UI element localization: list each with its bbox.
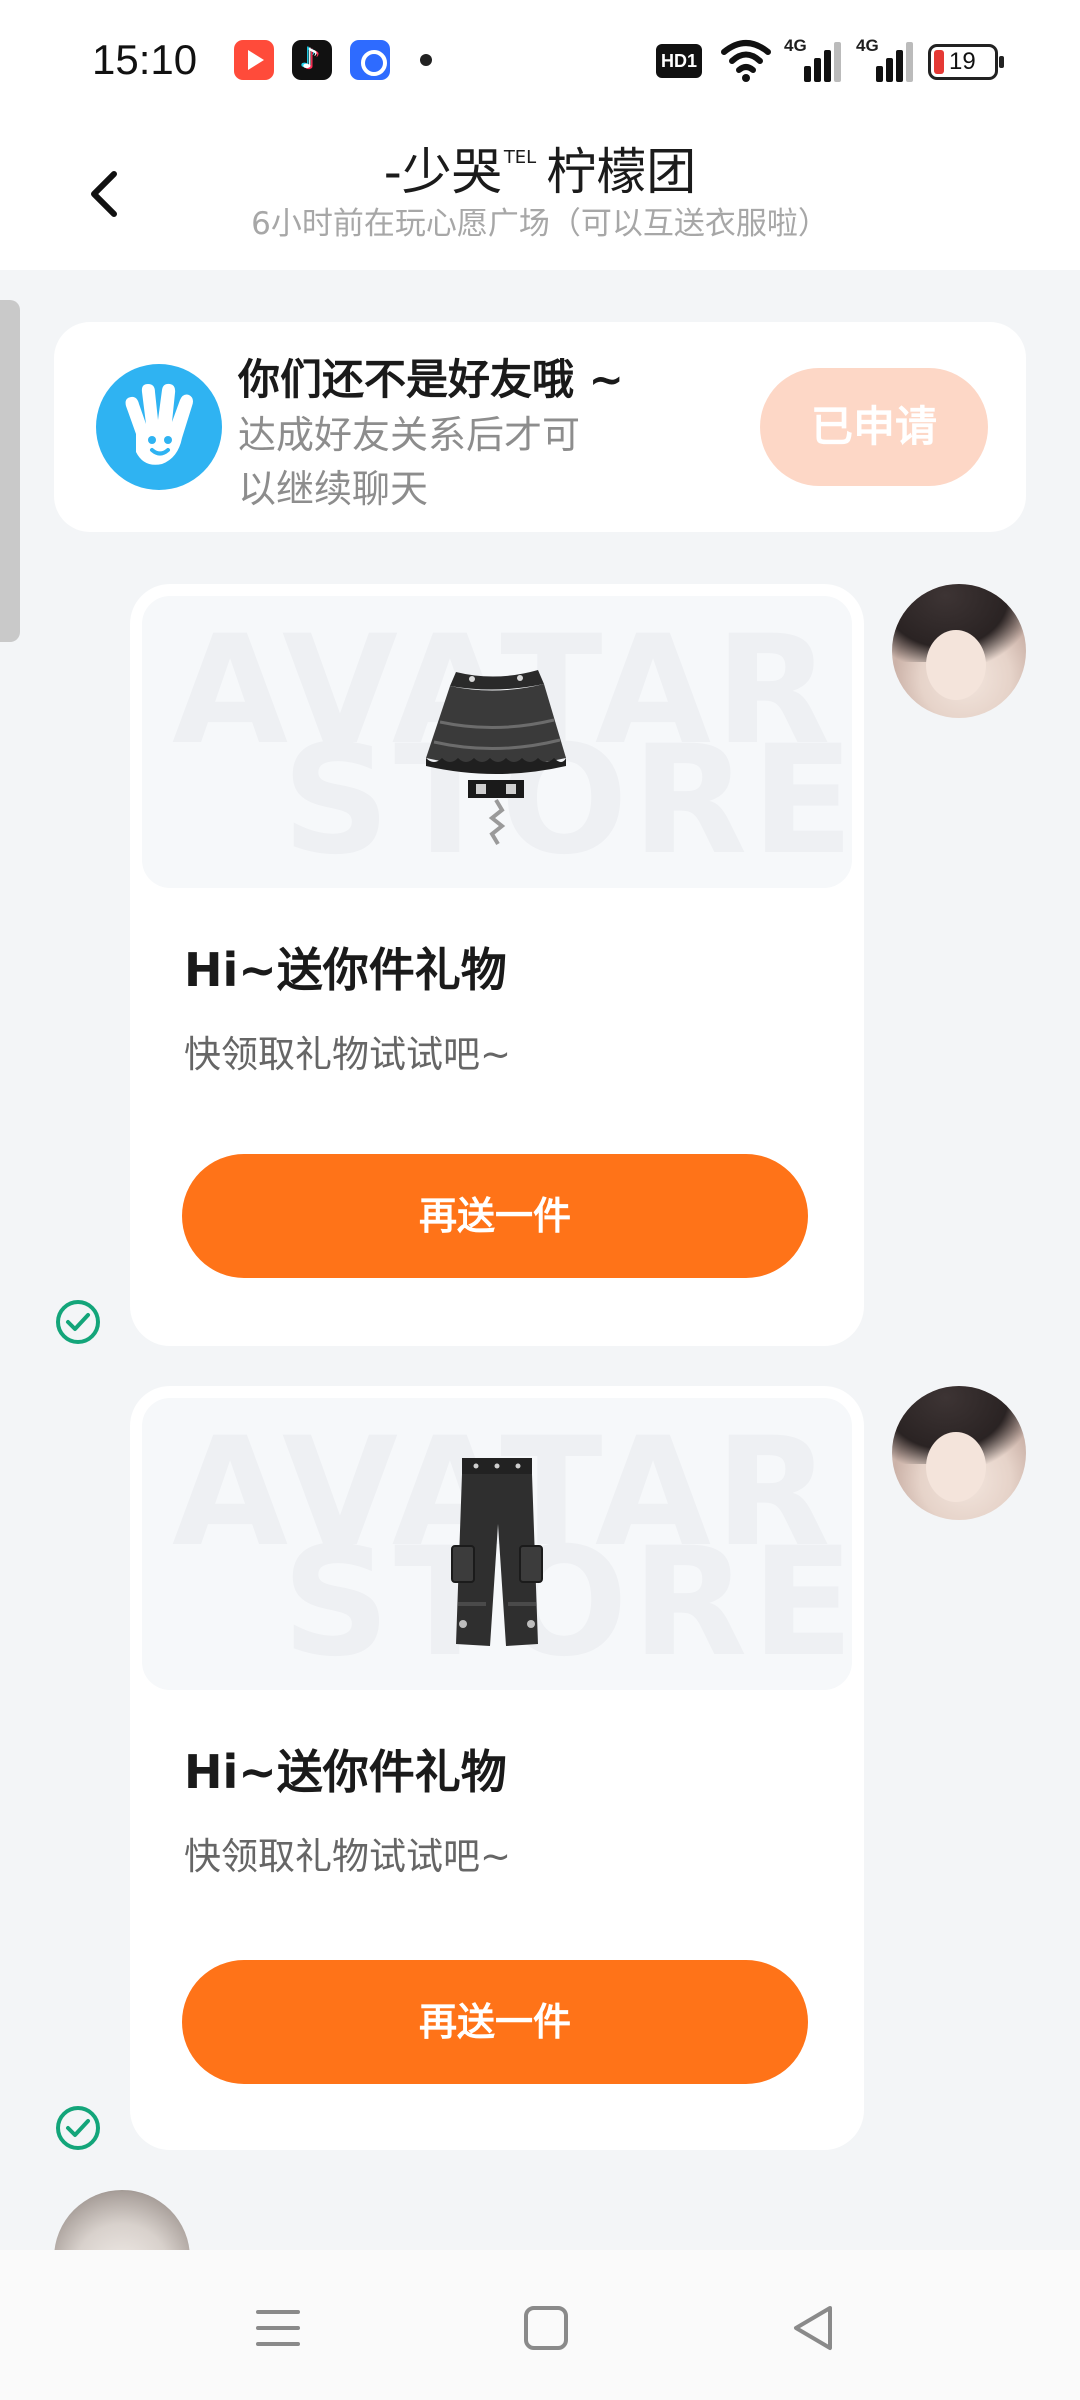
status-bar: 15:10 HD1 4G 4G 19 [0, 0, 1080, 120]
gift-message-description: 快领取礼物试试吧~ [184, 1033, 512, 1076]
gift-message-card[interactable]: AVATAR STORE Hi~送你件礼物 快领取礼物试试吧~ 再送一件 [130, 1386, 864, 2150]
signal-label: 4G [856, 36, 879, 55]
video-app-icon [234, 40, 274, 80]
tiktok-app-icon [292, 40, 332, 80]
home-button[interactable] [516, 2298, 576, 2358]
system-back-button[interactable] [784, 2298, 844, 2358]
chat-title-sup: TEL [503, 147, 537, 168]
friend-notice-title: 你们还不是好友哦 ~ [238, 355, 624, 404]
back-triangle-icon [794, 2306, 832, 2350]
chevron-left-icon [91, 171, 117, 217]
chat-subtitle: 6小时前在玩心愿广场（可以互送衣服啦） [251, 206, 829, 242]
send-another-gift-button[interactable]: 再送一件 [182, 1154, 808, 1278]
watermark-text: STORE [282, 1516, 852, 1690]
send-another-gift-button[interactable]: 再送一件 [182, 1960, 808, 2084]
signal-label: 4G [784, 36, 807, 55]
applied-friend-request-button[interactable]: 已申请 [760, 368, 988, 486]
gift-item-image[interactable]: AVATAR STORE [142, 1398, 852, 1690]
cargo-pants-item-icon [451, 1458, 543, 1646]
check-circle-icon [56, 1300, 100, 1344]
chat-title: -少哭 TEL 柠檬团 [200, 132, 880, 204]
battery-icon: 19 [928, 44, 1004, 80]
gift-message-title: Hi~送你件礼物 [184, 943, 507, 997]
home-square-icon [524, 2306, 568, 2350]
check-circle-icon [56, 2106, 100, 2150]
waving-hand-icon [96, 364, 222, 490]
battery-level: 19 [949, 48, 976, 75]
cellular-signal-icon: 4G [856, 36, 913, 82]
wifi-icon [720, 38, 772, 82]
gift-message-card[interactable]: AVATAR STORE Hi~送你件礼物 快领取礼物试试吧~ 再送一件 [130, 584, 864, 1346]
chat-title-suffix: 柠檬团 [546, 143, 697, 201]
menu-icon [256, 2310, 300, 2346]
hd-network-badge: HD1 [656, 44, 702, 78]
chat-title-prefix: -少哭 [383, 143, 502, 201]
battery-fill [934, 50, 944, 74]
gift-message-title: Hi~送你件礼物 [184, 1745, 507, 1799]
friend-notice-card: 你们还不是好友哦 ~ 达成好友关系后才可以继续聊天 已申请 [54, 322, 1026, 532]
my-avatar[interactable] [892, 584, 1026, 718]
back-button[interactable] [72, 158, 142, 228]
more-notifications-dot-icon [420, 54, 432, 66]
skirt-item-icon [426, 670, 566, 846]
system-navigation-bar [0, 2250, 1080, 2400]
baidu-app-icon [350, 40, 390, 80]
status-time: 15:10 [92, 36, 198, 83]
chat-header: -少哭 TEL 柠檬团 6小时前在玩心愿广场（可以互送衣服啦） [0, 120, 1080, 270]
friend-notice-description: 达成好友关系后才可以继续聊天 [238, 413, 581, 511]
scrollbar[interactable] [0, 300, 20, 642]
my-avatar[interactable] [892, 1386, 1026, 1520]
gift-message-description: 快领取礼物试试吧~ [184, 1835, 512, 1878]
recent-apps-button[interactable] [248, 2298, 308, 2358]
gift-item-image[interactable]: AVATAR STORE [142, 596, 852, 888]
cellular-signal-icon: 4G [784, 36, 841, 82]
